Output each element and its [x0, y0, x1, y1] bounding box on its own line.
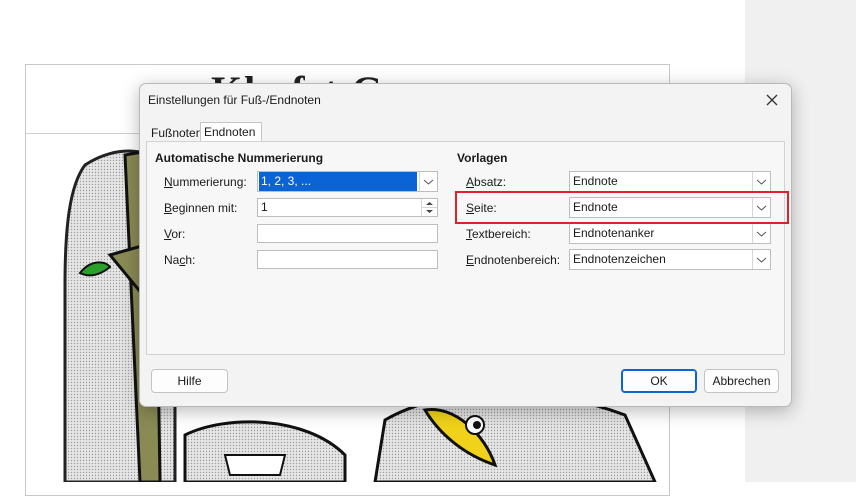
- page-style-label: Seite:: [466, 201, 497, 215]
- after-input[interactable]: [257, 250, 438, 269]
- page-style-value: Endnote: [573, 200, 618, 214]
- tab-footnotes[interactable]: Fußnoten: [148, 124, 205, 142]
- paragraph-style-dropdown-arrow[interactable]: [752, 172, 770, 191]
- numbering-label: Nummerierung:: [164, 175, 247, 189]
- chevron-down-icon: [756, 205, 767, 211]
- endnote-area-value: Endnotenzeichen: [573, 252, 666, 266]
- endnote-area-select[interactable]: Endnotenzeichen: [569, 249, 771, 270]
- styles-heading: Vorlagen: [457, 151, 508, 165]
- paragraph-style-select[interactable]: Endnote: [569, 171, 771, 192]
- spin-up-down-icon: [422, 202, 437, 213]
- tab-endnotes[interactable]: Endnoten: [200, 122, 262, 141]
- dialog-title: Einstellungen für Fuß-/Endnoten: [148, 93, 321, 107]
- endnote-area-label: Endnotenbereich:: [466, 253, 561, 267]
- paragraph-style-value: Endnote: [573, 174, 618, 188]
- numbering-value: 1, 2, 3, ...: [259, 172, 417, 191]
- start-at-value: 1: [261, 200, 268, 214]
- footnote-endnote-settings-dialog: Einstellungen für Fuß-/Endnoten Fußnoten…: [139, 83, 792, 407]
- text-area-dropdown-arrow[interactable]: [752, 224, 770, 243]
- start-at-spinner[interactable]: 1: [257, 198, 438, 217]
- page-style-dropdown-arrow[interactable]: [752, 198, 770, 217]
- page-style-select[interactable]: Endnote: [569, 197, 771, 218]
- chevron-down-icon: [756, 231, 767, 237]
- text-area-select[interactable]: Endnotenanker: [569, 223, 771, 244]
- numbering-select[interactable]: 1, 2, 3, ...: [257, 171, 438, 192]
- text-area-value: Endnotenanker: [573, 226, 655, 240]
- cancel-button[interactable]: Abbrechen: [704, 369, 779, 393]
- start-at-spin-buttons[interactable]: [421, 199, 437, 216]
- endnote-area-dropdown-arrow[interactable]: [752, 250, 770, 269]
- close-button[interactable]: [762, 90, 782, 110]
- chevron-down-icon: [756, 257, 767, 263]
- before-label: Vor:: [164, 227, 186, 241]
- before-input[interactable]: [257, 224, 438, 243]
- auto-numbering-heading: Automatische Nummerierung: [155, 151, 324, 165]
- start-at-label: Beginnen mit:: [164, 201, 238, 215]
- chevron-down-icon: [423, 179, 434, 185]
- chevron-down-icon: [756, 179, 767, 185]
- help-button[interactable]: Hilfe: [151, 369, 228, 393]
- ok-button[interactable]: OK: [621, 369, 697, 393]
- close-icon: [766, 94, 778, 106]
- after-label: Nach:: [164, 253, 196, 267]
- paragraph-style-label: Absatz:: [466, 175, 507, 189]
- endnotes-tab-panel: Automatische Nummerierung Nummerierung: …: [146, 141, 785, 355]
- text-area-label: Textbereich:: [466, 227, 531, 241]
- numbering-dropdown-arrow[interactable]: [419, 172, 437, 191]
